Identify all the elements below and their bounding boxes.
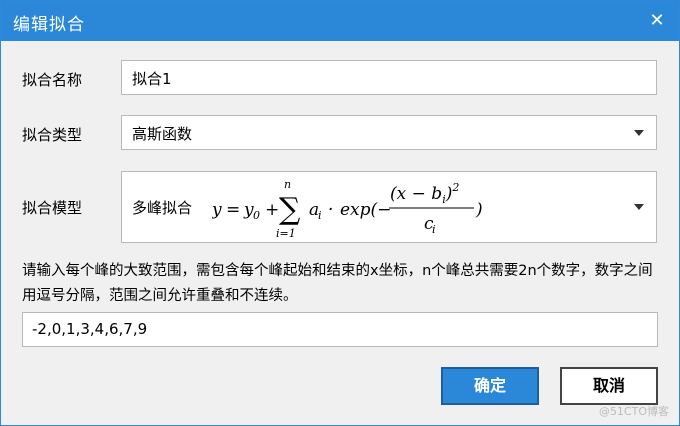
ranges-input[interactable]: -2,0,1,3,4,6,7,9 bbox=[22, 312, 658, 347]
svg-text:(x − bi)2: (x − bi)2 bbox=[390, 181, 459, 206]
fit-name-input[interactable]: 拟合1 bbox=[121, 60, 657, 95]
svg-text:∑: ∑ bbox=[279, 192, 301, 227]
fit-name-label: 拟合名称 bbox=[22, 71, 83, 89]
ok-button[interactable]: 确定 bbox=[441, 367, 539, 405]
svg-text:·: · bbox=[328, 200, 333, 220]
fit-type-value: 高斯函数 bbox=[132, 125, 193, 143]
cancel-button[interactable]: 取消 bbox=[560, 367, 658, 405]
ranges-value: -2,0,1,3,4,6,7,9 bbox=[32, 320, 148, 338]
window-title: 编辑拟合 bbox=[13, 15, 85, 35]
fit-model-label: 拟合模型 bbox=[22, 199, 83, 217]
fit-model-select[interactable]: 多峰拟合 y = y 0 + n ∑ i=1 a i · exp(− (x − … bbox=[121, 171, 657, 243]
fit-type-select[interactable]: 高斯函数 bbox=[121, 115, 657, 150]
edit-fit-dialog: 编辑拟合 ✕ 拟合名称 拟合1 拟合类型 高斯函数 拟合模型 多峰拟合 y = … bbox=[0, 0, 680, 426]
fit-name-value: 拟合1 bbox=[132, 70, 172, 88]
svg-text:i: i bbox=[432, 223, 436, 236]
svg-text:y: y bbox=[212, 200, 222, 220]
fit-type-label: 拟合类型 bbox=[22, 126, 83, 144]
chevron-down-icon bbox=[634, 130, 644, 136]
svg-text:i: i bbox=[318, 209, 322, 222]
range-hint-text: 请输入每个峰的大致范围，需包含每个峰起始和结束的x坐标，n个峰总共需要2n个数字… bbox=[22, 263, 653, 304]
watermark: @51CTO博客 bbox=[598, 405, 669, 418]
svg-text:i=1: i=1 bbox=[276, 227, 296, 239]
close-icon[interactable]: ✕ bbox=[645, 9, 669, 33]
svg-text:0: 0 bbox=[253, 209, 260, 222]
svg-text:): ) bbox=[475, 200, 483, 220]
svg-text:exp(−: exp(− bbox=[340, 200, 391, 220]
model-formula: y = y 0 + n ∑ i=1 a i · exp(− (x − bi)2 … bbox=[212, 177, 502, 239]
chevron-down-icon bbox=[634, 204, 644, 210]
title-bar[interactable]: 编辑拟合 ✕ bbox=[1, 1, 679, 41]
svg-text:=: = bbox=[226, 200, 240, 220]
fit-model-value: 多峰拟合 bbox=[132, 199, 193, 217]
svg-text:n: n bbox=[284, 178, 291, 191]
svg-text:+: + bbox=[265, 200, 279, 220]
